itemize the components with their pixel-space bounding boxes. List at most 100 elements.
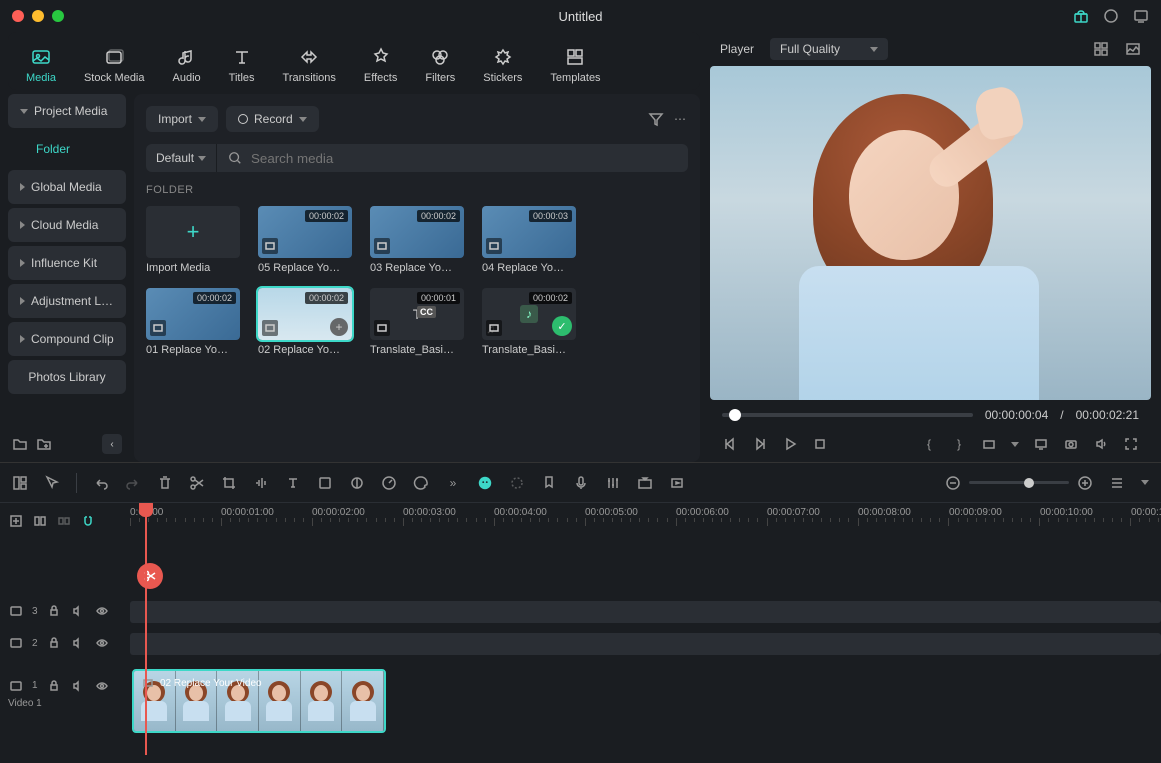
- eye-icon[interactable]: [94, 678, 110, 694]
- zoom-out-icon[interactable]: [945, 475, 961, 491]
- text-icon[interactable]: [285, 475, 301, 491]
- media-clip[interactable]: 00:00:01TCCTranslate_Basi…: [370, 288, 464, 356]
- circle-icon[interactable]: [1103, 8, 1119, 24]
- render-icon[interactable]: [669, 475, 685, 491]
- marker-icon[interactable]: [541, 475, 557, 491]
- media-clip[interactable]: 00:00:0304 Replace Yo…: [482, 206, 576, 274]
- sidebar-cloud-media[interactable]: Cloud Media: [8, 208, 126, 242]
- prev-frame-icon[interactable]: [722, 436, 738, 452]
- new-folder-icon[interactable]: [12, 436, 28, 452]
- scissors-playhead-icon[interactable]: [137, 563, 163, 589]
- track-lane-3[interactable]: [130, 601, 1161, 623]
- track-add-icon[interactable]: [8, 513, 24, 529]
- next-frame-icon[interactable]: [752, 436, 768, 452]
- sidebar-compound-clip[interactable]: Compound Clip: [8, 322, 126, 356]
- redo-icon[interactable]: [125, 475, 141, 491]
- chevron-down-icon[interactable]: [1011, 442, 1019, 447]
- new-bin-icon[interactable]: [36, 436, 52, 452]
- more-tools-icon[interactable]: »: [445, 475, 461, 491]
- audio-mixer-icon[interactable]: [605, 475, 621, 491]
- track-body[interactable]: 02 Replace Your Video: [130, 539, 1161, 755]
- mic-icon[interactable]: [573, 475, 589, 491]
- search-input[interactable]: [251, 151, 678, 166]
- eye-icon[interactable]: [94, 603, 110, 619]
- keyframe-icon[interactable]: [637, 475, 653, 491]
- list-icon[interactable]: [1109, 475, 1125, 491]
- layout-icon[interactable]: [12, 475, 28, 491]
- tab-stock-media[interactable]: Stock Media: [70, 40, 159, 90]
- cursor-icon[interactable]: [44, 475, 60, 491]
- settings-icon[interactable]: [509, 475, 525, 491]
- quality-dropdown[interactable]: Full Quality: [770, 38, 888, 60]
- crop-icon[interactable]: [221, 475, 237, 491]
- tab-audio[interactable]: Audio: [159, 40, 215, 90]
- tab-media[interactable]: Media: [12, 40, 70, 90]
- mask-icon[interactable]: [317, 475, 333, 491]
- sidebar-global-media[interactable]: Global Media: [8, 170, 126, 204]
- tab-filters[interactable]: Filters: [411, 40, 469, 90]
- progress-bar[interactable]: [722, 413, 973, 417]
- timeline-clip[interactable]: 02 Replace Your Video: [132, 669, 386, 733]
- magnet-icon[interactable]: [80, 513, 96, 529]
- track-snap-icon[interactable]: [56, 513, 72, 529]
- import-button[interactable]: Import: [146, 106, 218, 132]
- media-clip[interactable]: +Import Media: [146, 206, 240, 274]
- tab-effects[interactable]: Effects: [350, 40, 411, 90]
- sidebar-adjustment-layer[interactable]: Adjustment L…: [8, 284, 126, 318]
- play-icon[interactable]: [782, 436, 798, 452]
- maximize-window[interactable]: [52, 10, 64, 22]
- tab-templates[interactable]: Templates: [536, 40, 614, 90]
- fullscreen-icon[interactable]: [1123, 436, 1139, 452]
- scissors-icon[interactable]: [189, 475, 205, 491]
- track-head-2[interactable]: 2: [0, 627, 130, 659]
- color-icon[interactable]: [349, 475, 365, 491]
- zoom-in-icon[interactable]: [1077, 475, 1093, 491]
- volume-icon[interactable]: [1093, 436, 1109, 452]
- zoom-thumb[interactable]: [1024, 478, 1034, 488]
- track-head-3[interactable]: 3: [0, 595, 130, 627]
- media-clip[interactable]: 00:00:02♪♫✓Translate_Basi…: [482, 288, 576, 356]
- lock-icon[interactable]: [46, 678, 62, 694]
- media-clip[interactable]: 00:00:02+02 Replace Yo…: [258, 288, 352, 356]
- zoom-slider[interactable]: [969, 481, 1069, 484]
- chevron-down-icon[interactable]: [1141, 480, 1149, 485]
- undo-icon[interactable]: [93, 475, 109, 491]
- sidebar-folder[interactable]: Folder: [8, 132, 126, 166]
- record-button[interactable]: Record: [226, 106, 319, 132]
- filter-icon[interactable]: [648, 111, 664, 127]
- trash-icon[interactable]: [157, 475, 173, 491]
- sidebar-influence-kit[interactable]: Influence Kit: [8, 246, 126, 280]
- timeline-ruler[interactable]: 0:00:0000:00:01:0000:00:02:0000:00:03:00…: [130, 503, 1161, 539]
- minimize-window[interactable]: [32, 10, 44, 22]
- progress-thumb[interactable]: [729, 409, 741, 421]
- mark-in-icon[interactable]: {: [921, 436, 937, 452]
- player-viewport[interactable]: [710, 66, 1151, 400]
- search-box[interactable]: [217, 144, 688, 172]
- more-icon[interactable]: ⋯: [672, 111, 688, 127]
- snapshot-icon[interactable]: [1063, 436, 1079, 452]
- track-lane-2[interactable]: [130, 633, 1161, 655]
- media-clip[interactable]: 00:00:0201 Replace Yo…: [146, 288, 240, 356]
- add-icon[interactable]: +: [330, 318, 348, 336]
- track-link-icon[interactable]: [32, 513, 48, 529]
- mute-icon[interactable]: [70, 635, 86, 651]
- tab-transitions[interactable]: Transitions: [269, 40, 350, 90]
- sort-dropdown[interactable]: Default: [146, 144, 217, 172]
- lock-icon[interactable]: [46, 603, 62, 619]
- close-window[interactable]: [12, 10, 24, 22]
- tab-titles[interactable]: Titles: [215, 40, 269, 90]
- collapse-sidebar[interactable]: ‹: [102, 434, 122, 454]
- media-clip[interactable]: 00:00:0205 Replace Yo…: [258, 206, 352, 274]
- display-icon[interactable]: [1133, 8, 1149, 24]
- lock-icon[interactable]: [46, 635, 62, 651]
- track-head-1[interactable]: 1Video 1: [0, 659, 130, 727]
- media-clip[interactable]: 00:00:0203 Replace Yo…: [370, 206, 464, 274]
- gift-icon[interactable]: [1073, 8, 1089, 24]
- ai-icon[interactable]: [477, 475, 493, 491]
- tab-stickers[interactable]: Stickers: [469, 40, 536, 90]
- sidebar-photos-library[interactable]: Photos Library: [8, 360, 126, 394]
- grid-view-icon[interactable]: [1093, 41, 1109, 57]
- mute-icon[interactable]: [70, 603, 86, 619]
- mark-out-icon[interactable]: }: [951, 436, 967, 452]
- palette-icon[interactable]: [413, 475, 429, 491]
